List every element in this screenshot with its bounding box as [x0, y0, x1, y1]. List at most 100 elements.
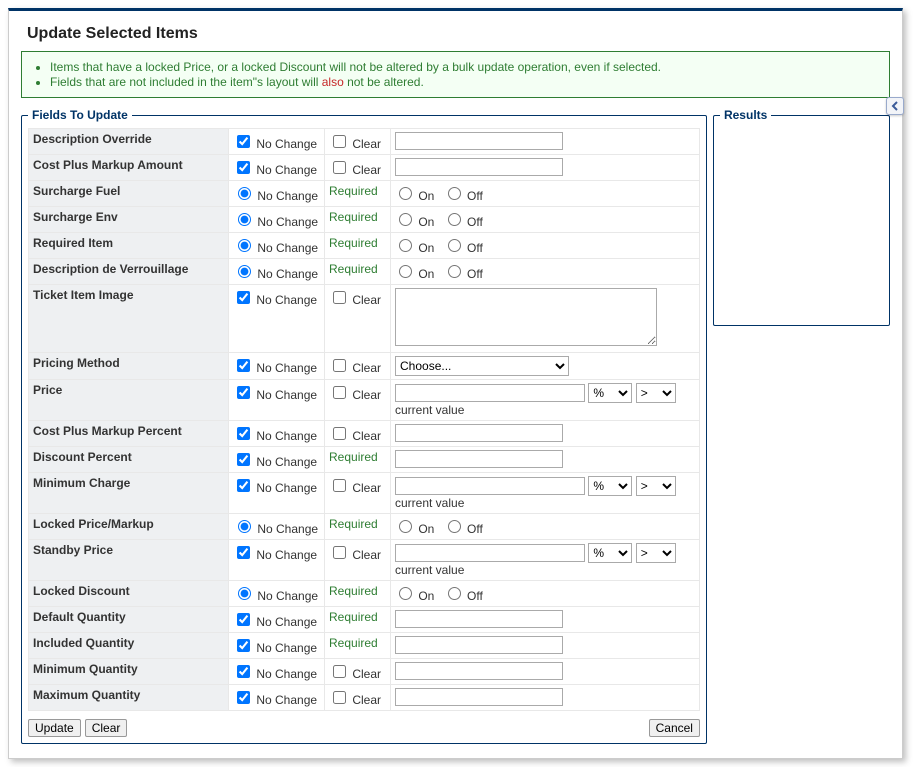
no-change-radio[interactable]	[238, 265, 251, 278]
required-label: Required	[325, 207, 391, 233]
on-radio[interactable]	[399, 520, 412, 533]
standby-unit-select[interactable]: %	[588, 543, 632, 563]
field-label: Discount Percent	[29, 447, 229, 473]
clear-checkbox[interactable]	[333, 479, 346, 492]
ticket-item-image-textarea[interactable]	[395, 288, 657, 346]
no-change-radio[interactable]	[238, 187, 251, 200]
fields-table: Description Override No Change Clear Cos…	[28, 128, 700, 711]
minimum-quantity-input[interactable]	[395, 662, 563, 680]
cancel-button[interactable]: Cancel	[649, 719, 700, 737]
clear-checkbox[interactable]	[333, 386, 346, 399]
clear-checkbox[interactable]	[333, 546, 346, 559]
no-change-checkbox[interactable]	[237, 479, 250, 492]
required-label: Required	[325, 607, 391, 633]
on-radio[interactable]	[399, 265, 412, 278]
current-value-label: current value	[395, 563, 464, 577]
field-label: Description de Verrouillage	[29, 259, 229, 285]
field-label: Surcharge Env	[29, 207, 229, 233]
clear-checkbox[interactable]	[333, 135, 346, 148]
fields-legend: Fields To Update	[28, 108, 132, 122]
required-label: Required	[325, 259, 391, 285]
on-radio[interactable]	[399, 587, 412, 600]
row-price: Price No Change Clear % > current value	[29, 380, 700, 421]
clear-checkbox[interactable]	[333, 691, 346, 704]
cost-plus-markup-amount-input[interactable]	[395, 158, 563, 176]
row-minimum-charge: Minimum Charge No Change Clear % > curre…	[29, 473, 700, 514]
row-discount-percent: Discount Percent No Change Required	[29, 447, 700, 473]
no-change-checkbox[interactable]	[237, 613, 250, 626]
field-label: Cost Plus Markup Amount	[29, 155, 229, 181]
no-change-checkbox[interactable]	[237, 291, 250, 304]
no-change-radio[interactable]	[238, 520, 251, 533]
standby-price-input[interactable]	[395, 544, 585, 562]
collapse-handle-icon[interactable]	[886, 97, 904, 115]
clear-checkbox[interactable]	[333, 665, 346, 678]
off-radio[interactable]	[448, 587, 461, 600]
results-legend: Results	[720, 108, 771, 122]
off-radio[interactable]	[448, 265, 461, 278]
update-button[interactable]: Update	[28, 719, 81, 737]
no-change-checkbox[interactable]	[237, 135, 250, 148]
row-required-item: Required Item No Change Required On Off	[29, 233, 700, 259]
fields-to-update-fieldset: Fields To Update Description Override No…	[21, 108, 707, 744]
row-surcharge-env: Surcharge Env No Change Required On Off	[29, 207, 700, 233]
on-radio[interactable]	[399, 213, 412, 226]
min-charge-unit-select[interactable]: %	[588, 476, 632, 496]
no-change-checkbox[interactable]	[237, 161, 250, 174]
no-change-checkbox[interactable]	[237, 427, 250, 440]
discount-percent-input[interactable]	[395, 450, 563, 468]
required-label: Required	[325, 633, 391, 659]
on-radio[interactable]	[399, 187, 412, 200]
maximum-quantity-input[interactable]	[395, 688, 563, 706]
row-standby-price: Standby Price No Change Clear % > curren…	[29, 540, 700, 581]
update-selected-items-panel: Update Selected Items Items that have a …	[8, 8, 903, 759]
row-cost-plus-markup-amount: Cost Plus Markup Amount No Change Clear	[29, 155, 700, 181]
no-change-radio[interactable]	[238, 213, 251, 226]
off-radio[interactable]	[448, 520, 461, 533]
clear-checkbox[interactable]	[333, 291, 346, 304]
min-charge-op-select[interactable]: >	[636, 476, 676, 496]
clear-checkbox[interactable]	[333, 161, 346, 174]
no-change-checkbox[interactable]	[237, 546, 250, 559]
standby-op-select[interactable]: >	[636, 543, 676, 563]
off-radio[interactable]	[448, 187, 461, 200]
field-label: Minimum Charge	[29, 473, 229, 514]
cost-plus-markup-percent-input[interactable]	[395, 424, 563, 442]
clear-checkbox[interactable]	[333, 427, 346, 440]
off-radio[interactable]	[448, 213, 461, 226]
no-change-radio[interactable]	[238, 239, 251, 252]
clear-button[interactable]: Clear	[85, 719, 128, 737]
field-label: Surcharge Fuel	[29, 181, 229, 207]
field-label: Default Quantity	[29, 607, 229, 633]
minimum-charge-input[interactable]	[395, 477, 585, 495]
price-op-select[interactable]: >	[636, 383, 676, 403]
row-pricing-method: Pricing Method No Change Clear Choose...	[29, 353, 700, 380]
description-override-input[interactable]	[395, 132, 563, 150]
off-radio[interactable]	[448, 239, 461, 252]
row-maximum-quantity: Maximum Quantity No Change Clear	[29, 685, 700, 711]
price-input[interactable]	[395, 384, 585, 402]
on-radio[interactable]	[399, 239, 412, 252]
default-quantity-input[interactable]	[395, 610, 563, 628]
no-change-checkbox[interactable]	[237, 665, 250, 678]
no-change-checkbox[interactable]	[237, 639, 250, 652]
pricing-method-select[interactable]: Choose...	[395, 356, 569, 376]
field-label: Ticket Item Image	[29, 285, 229, 353]
row-locked-discount: Locked Discount No Change Required On Of…	[29, 581, 700, 607]
current-value-label: current value	[395, 496, 464, 510]
field-label: Pricing Method	[29, 353, 229, 380]
no-change-checkbox[interactable]	[237, 453, 250, 466]
required-label: Required	[325, 181, 391, 207]
row-locked-price-markup: Locked Price/Markup No Change Required O…	[29, 514, 700, 540]
clear-checkbox[interactable]	[333, 359, 346, 372]
field-label: Standby Price	[29, 540, 229, 581]
row-description-de-verrouillage: Description de Verrouillage No Change Re…	[29, 259, 700, 285]
row-ticket-item-image: Ticket Item Image No Change Clear	[29, 285, 700, 353]
no-change-radio[interactable]	[238, 587, 251, 600]
included-quantity-input[interactable]	[395, 636, 563, 654]
price-unit-select[interactable]: %	[588, 383, 632, 403]
required-label: Required	[325, 514, 391, 540]
no-change-checkbox[interactable]	[237, 359, 250, 372]
no-change-checkbox[interactable]	[237, 691, 250, 704]
no-change-checkbox[interactable]	[237, 386, 250, 399]
